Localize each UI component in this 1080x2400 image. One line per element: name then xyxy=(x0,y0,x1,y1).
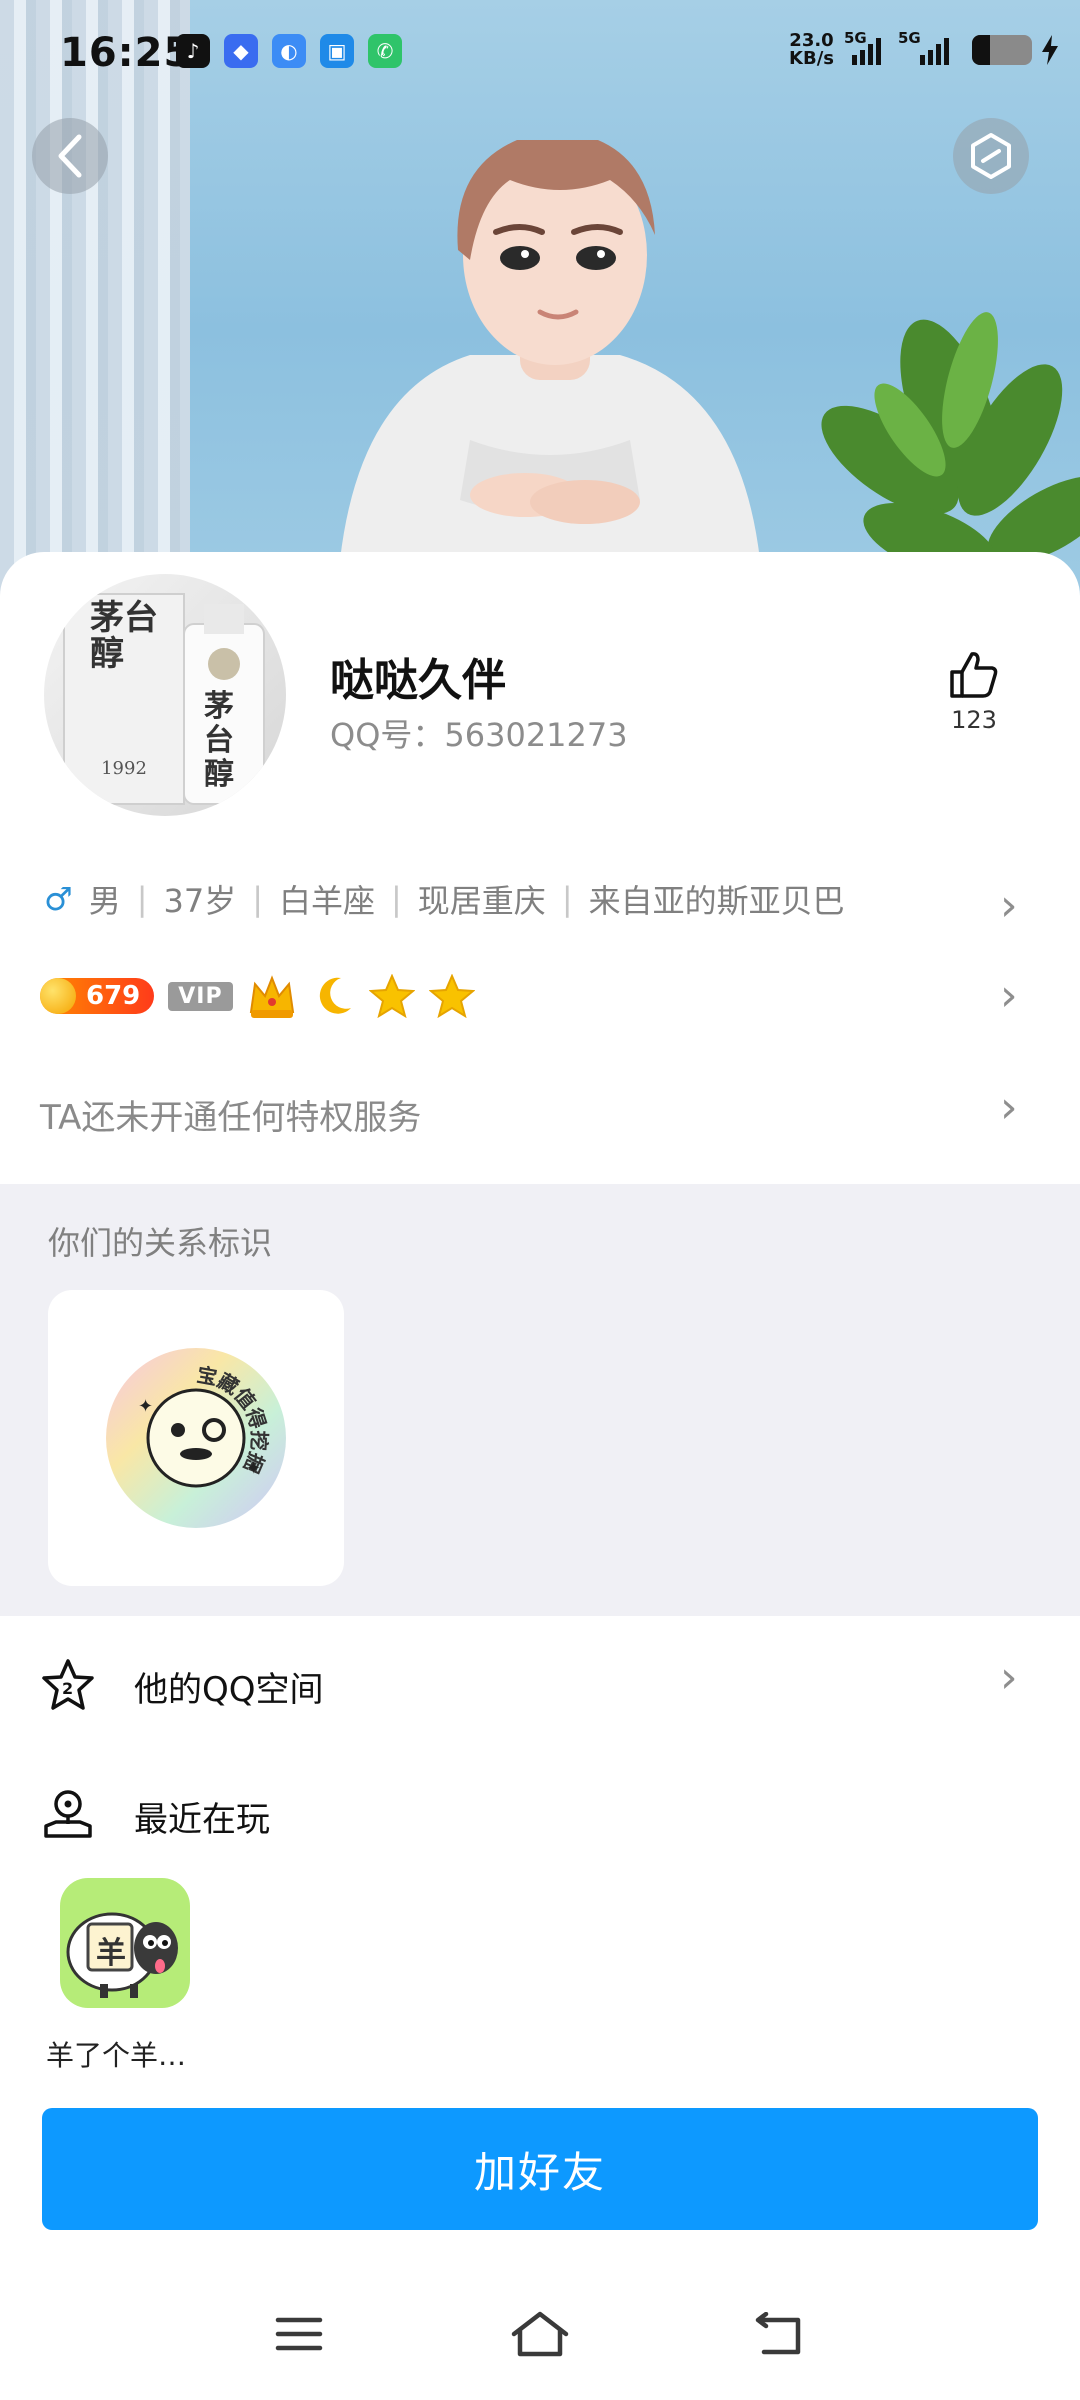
chevron-right-icon[interactable]: › xyxy=(1000,1652,1018,1703)
profile-settings-button[interactable] xyxy=(953,118,1029,194)
chevron-left-icon xyxy=(58,134,82,178)
like-button[interactable]: 123 xyxy=(938,650,1010,734)
svg-text:✦: ✦ xyxy=(138,1396,153,1417)
relationship-badge-card[interactable]: 宝藏值得挖掘 ✦ ✦ xyxy=(48,1290,344,1586)
badge-row[interactable]: 679 VIP xyxy=(40,972,475,1020)
qq-number: QQ号：563021273 xyxy=(330,716,628,754)
net-speed-unit: KB/s xyxy=(789,48,834,69)
like-count: 123 xyxy=(951,706,997,734)
star-badge-icon: 2 xyxy=(42,1659,94,1710)
info-row[interactable]: ♂ 男 | 37岁 | 白羊座 | 现居重庆 | 来自亚的斯亚贝巴 xyxy=(44,876,845,922)
vip-badge: VIP xyxy=(168,981,233,1011)
nickname: 哒哒久伴 xyxy=(330,655,506,706)
star-icon xyxy=(428,974,475,1018)
add-friend-button[interactable]: 加好友 xyxy=(42,2108,1038,2230)
app-icon-blue-square: ▣ xyxy=(320,34,354,68)
privilege-status-text[interactable]: TA还未开通任何特权服务 xyxy=(40,1090,421,1139)
separator: | xyxy=(252,880,263,918)
separator: | xyxy=(136,880,148,918)
cover-background xyxy=(0,0,1080,600)
recently-playing-icon xyxy=(40,1786,96,1844)
net-speed: 23.0 KB/s xyxy=(789,32,834,68)
signal-icon-sim1: 5G xyxy=(844,29,888,65)
chevron-right-icon[interactable]: › xyxy=(1000,970,1018,1021)
gender-text: 男 xyxy=(88,882,121,920)
separator: | xyxy=(391,880,402,918)
app-icon-blue-diamond: ◆ xyxy=(224,34,258,68)
system-nav-bar xyxy=(0,2290,1080,2400)
curtain-decoration xyxy=(0,0,190,600)
back-button[interactable] xyxy=(32,118,108,194)
level-badge: 679 xyxy=(40,978,155,1014)
status-indicators: 23.0 KB/s 5G 5G xyxy=(789,29,1058,68)
hometown-text: 来自亚的斯亚贝巴 xyxy=(588,882,845,920)
avatar-text-1: 茅台醇 xyxy=(90,598,158,674)
status-time: 16:25 xyxy=(60,30,193,76)
sim2-label: 5G xyxy=(898,29,921,47)
game-name[interactable]: 羊了个羊… xyxy=(46,2034,186,2074)
tiktok-icon: ♪ xyxy=(176,34,210,68)
svg-text:2: 2 xyxy=(62,1679,73,1698)
notification-icons: ♪ ◆ ◐ ▣ ✆ xyxy=(176,34,402,68)
moon-icon xyxy=(319,977,351,1014)
male-icon: ♂ xyxy=(44,880,73,918)
charging-icon xyxy=(1042,35,1058,65)
profile-avatar[interactable]: 1992 茅台醇 茅台醇 xyxy=(44,574,286,816)
battery-icon xyxy=(972,35,1032,65)
svg-text:✦: ✦ xyxy=(246,1458,261,1479)
level-number: 679 xyxy=(86,981,141,1011)
hexagon-settings-icon xyxy=(971,133,1011,179)
game-icon[interactable]: 羊 xyxy=(60,1878,190,2008)
menu-icon[interactable] xyxy=(274,2314,324,2354)
game-icon-char: 羊 xyxy=(96,1936,126,1971)
signal-icon-sim2: 5G xyxy=(898,29,962,65)
qzone-row[interactable]: 2 xyxy=(40,1658,96,1716)
age-text: 37岁 xyxy=(163,882,237,920)
coin-icon xyxy=(40,978,76,1014)
chevron-right-icon[interactable]: › xyxy=(1000,1082,1018,1133)
phone-call-icon: ✆ xyxy=(368,34,402,68)
thumbs-up-icon xyxy=(950,652,998,698)
relationship-title: 你们的关系标识 xyxy=(48,1224,273,1262)
chevron-right-icon[interactable]: › xyxy=(1000,880,1018,931)
sim1-label: 5G xyxy=(844,29,867,47)
zodiac-text: 白羊座 xyxy=(279,882,376,920)
avatar-3d-character xyxy=(340,140,760,560)
crown-icon xyxy=(249,975,294,1018)
back-nav-icon[interactable] xyxy=(752,2312,806,2356)
star-icon xyxy=(368,974,415,1018)
relationship-badge-icon: 宝藏值得挖掘 ✦ ✦ xyxy=(106,1348,286,1528)
qzone-label[interactable]: 他的QQ空间 xyxy=(134,1662,324,1711)
home-icon[interactable] xyxy=(510,2310,570,2358)
avatar-year: 1992 xyxy=(101,758,147,779)
recently-playing-label: 最近在玩 xyxy=(134,1800,270,1840)
avatar-text-2: 茅台醇 xyxy=(204,689,234,792)
separator: | xyxy=(561,880,573,918)
residence-text: 现居重庆 xyxy=(417,882,546,920)
app-icon-blue-oval: ◐ xyxy=(272,34,306,68)
